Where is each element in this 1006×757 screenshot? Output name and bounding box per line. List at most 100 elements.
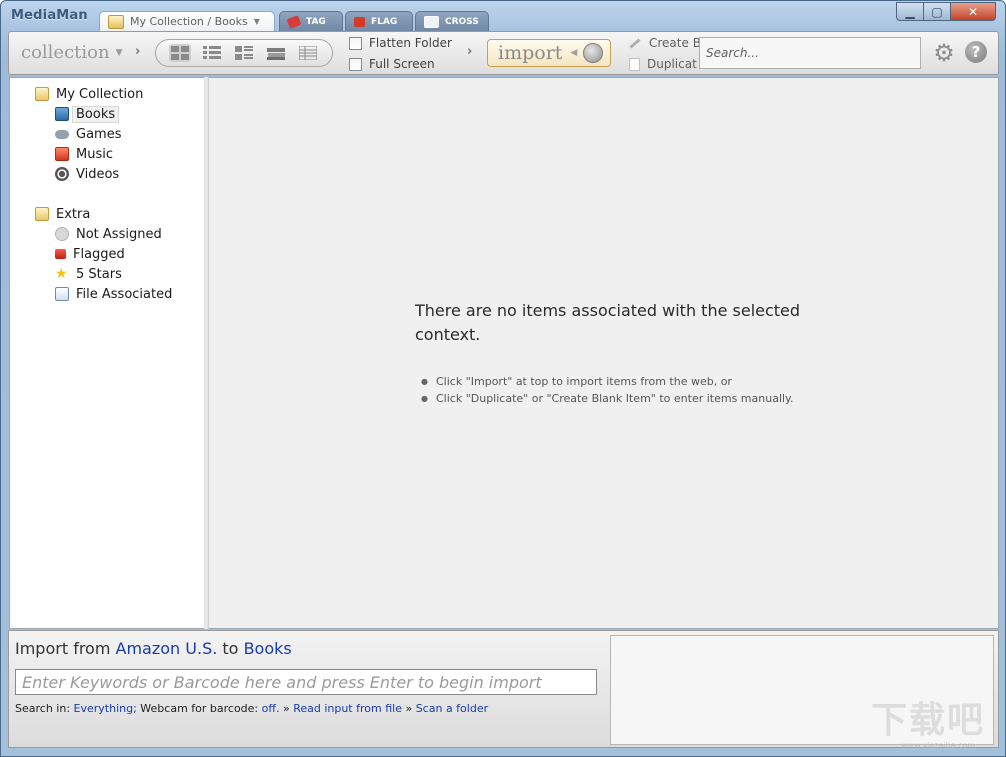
sidebar-item-label: Flagged <box>73 246 125 262</box>
gear-icon: ⚙ <box>933 39 955 67</box>
read-input-file-link[interactable]: Read input from file <box>293 702 402 715</box>
sidebar-item-music[interactable]: Music <box>55 145 113 163</box>
grid-icon <box>171 46 189 60</box>
toolbar: collection ▼ › Flatten Folder Full Scree… <box>8 31 999 75</box>
tab-tag[interactable]: TAG <box>279 11 343 31</box>
sidebar-item-file-associated[interactable]: File Associated <box>55 285 172 303</box>
sidebar-item-label: 5 Stars <box>76 266 122 282</box>
import-source-link[interactable]: Amazon U.S. <box>116 639 218 658</box>
view-tiles-button[interactable] <box>233 44 255 62</box>
flatten-folder-label: Flatten Folder <box>369 36 452 50</box>
duplicate-button[interactable]: Duplicat <box>629 57 697 71</box>
sidebar-item-label: Videos <box>76 166 120 182</box>
maximize-icon: ▢ <box>931 4 943 19</box>
tab-cross[interactable]: CROSS <box>415 11 489 31</box>
books-stack-icon <box>267 48 285 60</box>
pencil-icon <box>629 37 641 49</box>
flatten-folder-checkbox[interactable]: Flatten Folder <box>349 36 452 50</box>
folder-open-icon <box>35 207 49 221</box>
keyword-input[interactable]: Enter Keywords or Barcode here and press… <box>15 669 597 695</box>
close-button[interactable]: ✕ <box>950 2 996 21</box>
chevron-right-icon[interactable]: › <box>135 44 140 59</box>
create-blank-item-button[interactable]: Create B <box>629 36 701 50</box>
minimize-button[interactable]: ▁ <box>896 2 924 21</box>
import-panel: Import from Amazon U.S. to Books Enter K… <box>8 630 999 748</box>
search-in-link[interactable]: Everything; <box>74 702 137 715</box>
collection-menu-label: collection <box>21 42 110 63</box>
maximize-button[interactable]: ▢ <box>923 2 951 21</box>
webcam-link[interactable]: off. <box>262 702 280 715</box>
hint-text: Click "Duplicate" or "Create Blank Item"… <box>435 392 794 405</box>
tiles-icon <box>235 46 253 60</box>
bullet-icon: ● <box>421 377 428 386</box>
chevron-left-icon: ◀ <box>570 48 578 58</box>
separator: » <box>405 702 413 715</box>
import-target-link[interactable]: Books <box>244 639 292 658</box>
sidebar-item-label: Not Assigned <box>76 226 162 242</box>
sidebar-item-games[interactable]: Games <box>55 125 121 143</box>
hint-duplicate: ● Click "Duplicate" or "Create Blank Item… <box>421 392 794 405</box>
folder-open-icon <box>35 87 49 101</box>
webcam-label: Webcam for barcode: <box>140 702 259 715</box>
sidebar-item-flagged[interactable]: Flagged <box>55 245 125 263</box>
collection-menu[interactable]: collection ▼ <box>21 42 123 63</box>
watermark-logo: 下载吧 <box>871 700 986 741</box>
music-note-icon <box>55 147 69 161</box>
group-label: My Collection <box>56 86 144 102</box>
empty-state-message: There are no items associated with the s… <box>415 301 801 344</box>
view-table-button[interactable] <box>297 44 319 62</box>
import-to: to <box>222 639 239 658</box>
sidebar-group-my-collection[interactable]: My Collection <box>35 85 143 103</box>
scan-folder-link[interactable]: Scan a folder <box>416 702 488 715</box>
import-prefix: Import from <box>15 639 111 658</box>
globe-icon <box>583 43 604 63</box>
tab-tag-label: TAG <box>306 16 326 27</box>
app-title: MediaMan <box>11 8 88 23</box>
search-options-line: Search in: Everything; Webcam for barcod… <box>15 702 488 715</box>
full-screen-checkbox[interactable]: Full Screen <box>349 57 435 71</box>
star-icon: ★ <box>55 266 68 282</box>
sidebar-item-label: File Associated <box>76 286 173 302</box>
tab-my-collection[interactable]: My Collection / Books ▼ <box>99 11 275 31</box>
sidebar-item-books[interactable]: Books <box>55 105 120 123</box>
help-button[interactable]: ? <box>965 41 987 63</box>
hint-text: Click "Import" at top to import items fr… <box>435 375 732 388</box>
group-label: Extra <box>56 206 91 222</box>
main-content: There are no items associated with the s… <box>209 77 999 629</box>
flag-icon <box>55 249 66 259</box>
view-mode-group <box>155 39 333 67</box>
view-shelf-button[interactable] <box>265 44 287 62</box>
import-button[interactable]: import ◀ <box>487 39 611 67</box>
view-thumbnails-button[interactable] <box>169 44 191 62</box>
view-details-button[interactable] <box>201 44 223 62</box>
sidebar-group-extra[interactable]: Extra <box>35 205 90 223</box>
import-label: import <box>498 42 563 64</box>
sidebar-item-5-stars[interactable]: ★ 5 Stars <box>55 265 122 283</box>
sidebar-item-not-assigned[interactable]: Not Assigned <box>55 225 162 243</box>
sidebar-item-label: Books <box>72 105 120 123</box>
tab-flag[interactable]: FLAG <box>345 11 413 31</box>
gamepad-icon <box>55 129 69 139</box>
tab-label: My Collection / Books <box>130 15 248 28</box>
minimize-icon: ▁ <box>905 4 915 19</box>
import-source-line: Import from Amazon U.S. to Books <box>15 639 292 658</box>
film-reel-icon <box>55 167 69 181</box>
sidebar-item-label: Games <box>76 126 122 142</box>
duplicate-icon <box>629 57 640 71</box>
folder-icon <box>108 14 124 29</box>
checkbox-icon <box>349 36 362 50</box>
chevron-down-icon[interactable]: ▼ <box>254 17 260 26</box>
book-icon <box>424 15 439 28</box>
chevron-down-icon: ▼ <box>115 48 123 58</box>
search-in-label: Search in: <box>15 702 71 715</box>
book-icon <box>55 107 69 121</box>
sidebar-item-videos[interactable]: Videos <box>55 165 119 183</box>
settings-button[interactable]: ⚙ <box>932 39 956 67</box>
chevron-right-icon[interactable]: › <box>467 44 472 59</box>
document-icon <box>55 287 69 301</box>
search-input[interactable]: Search... <box>699 37 921 69</box>
list-icon <box>203 46 221 59</box>
watermark-url: www.xiazaiba.com <box>901 741 976 750</box>
close-icon: ✕ <box>967 4 979 19</box>
sidebar: My Collection Books Games Music Videos E… <box>9 77 205 629</box>
